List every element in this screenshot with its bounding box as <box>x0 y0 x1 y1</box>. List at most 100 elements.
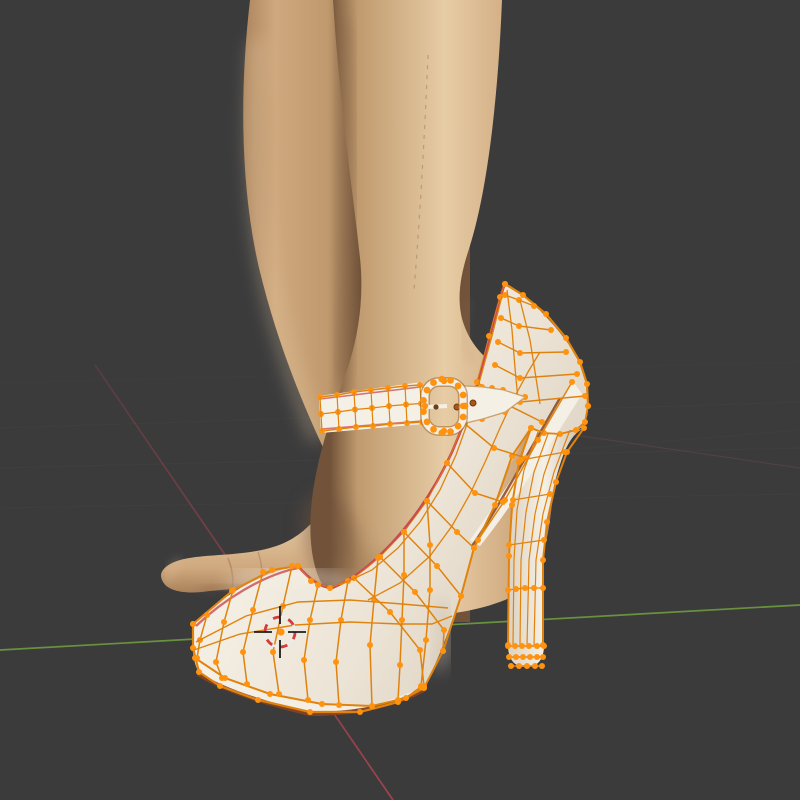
mesh-vertex[interactable] <box>516 323 522 329</box>
cursor-center-vertex[interactable] <box>277 628 284 635</box>
mesh-vertex[interactable] <box>582 393 588 399</box>
mesh-vertex[interactable] <box>569 379 575 385</box>
mesh-vertex[interactable] <box>301 657 307 663</box>
mesh-vertex[interactable] <box>505 643 511 649</box>
mesh-vertex[interactable] <box>255 697 261 703</box>
mesh-vertex[interactable] <box>534 643 540 649</box>
mesh-vertex[interactable] <box>519 643 525 649</box>
mesh-vertex[interactable] <box>526 643 532 649</box>
mesh-vertex[interactable] <box>553 479 559 485</box>
mesh-vertex[interactable] <box>522 585 528 591</box>
mesh-vertex[interactable] <box>500 499 506 505</box>
mesh-vertex[interactable] <box>512 643 518 649</box>
mesh-vertex[interactable] <box>276 691 282 697</box>
mesh-vertex[interactable] <box>427 587 433 593</box>
mesh-vertex[interactable] <box>506 654 512 660</box>
mesh-vertex[interactable] <box>541 537 547 543</box>
mesh-vertex[interactable] <box>516 663 522 669</box>
mesh-vertex[interactable] <box>307 617 313 623</box>
mesh-vertex[interactable] <box>190 621 196 627</box>
mesh-vertex[interactable] <box>472 490 478 496</box>
mesh-vertex[interactable] <box>548 327 554 333</box>
mesh-vertex[interactable] <box>440 648 446 654</box>
mesh-vertex[interactable] <box>295 563 301 569</box>
mesh-vertex[interactable] <box>528 425 534 431</box>
mesh-vertex[interactable] <box>307 709 313 715</box>
mesh-vertex[interactable] <box>506 553 512 559</box>
mesh-vertex[interactable] <box>377 554 383 560</box>
mesh-vertex[interactable] <box>387 609 393 615</box>
mesh-vertex[interactable] <box>424 418 431 425</box>
mesh-vertex[interactable] <box>582 419 588 425</box>
mesh-vertex[interactable] <box>520 292 526 298</box>
mesh-vertex[interactable] <box>369 703 375 709</box>
mesh-vertex[interactable] <box>460 392 467 399</box>
mesh-vertex[interactable] <box>460 403 466 409</box>
mesh-vertex[interactable] <box>471 545 477 551</box>
mesh-vertex[interactable] <box>492 362 498 368</box>
mesh-vertex[interactable] <box>581 425 587 431</box>
mesh-vertex[interactable] <box>447 377 454 384</box>
mesh-vertex[interactable] <box>417 647 423 653</box>
mesh-vertex[interactable] <box>520 654 526 660</box>
mesh-vertex[interactable] <box>540 654 546 660</box>
mesh-vertex[interactable] <box>250 607 256 613</box>
mesh-vertex[interactable] <box>427 542 433 548</box>
mesh-vertex[interactable] <box>333 659 339 665</box>
mesh-vertex[interactable] <box>524 663 530 669</box>
mesh-vertex[interactable] <box>505 587 511 593</box>
mesh-vertex[interactable] <box>397 662 403 668</box>
mesh-vertex[interactable] <box>423 637 429 643</box>
mesh-vertex[interactable] <box>563 335 569 341</box>
mesh-vertex[interactable] <box>267 691 273 697</box>
mesh-vertex[interactable] <box>577 359 583 365</box>
mesh-vertex[interactable] <box>508 663 514 669</box>
mesh-vertex[interactable] <box>196 669 202 675</box>
mesh-vertex[interactable] <box>420 397 427 404</box>
mesh-vertex[interactable] <box>506 542 512 548</box>
mesh-vertex[interactable] <box>544 519 550 525</box>
mesh-vertex[interactable] <box>221 619 227 625</box>
mesh-vertex[interactable] <box>412 589 418 595</box>
mesh-vertex[interactable] <box>441 378 447 384</box>
mesh-vertex[interactable] <box>509 502 515 508</box>
mesh-vertex[interactable] <box>424 387 431 394</box>
mesh-vertex[interactable] <box>269 567 275 573</box>
mesh-vertex[interactable] <box>219 675 225 681</box>
mesh-vertex[interactable] <box>204 612 210 618</box>
mesh-vertex[interactable] <box>517 375 523 381</box>
mesh-vertex[interactable] <box>539 419 545 425</box>
mesh-vertex[interactable] <box>584 381 590 387</box>
mesh-vertex[interactable] <box>540 585 546 591</box>
mesh-vertex[interactable] <box>585 403 591 409</box>
mesh-vertex[interactable] <box>441 627 447 633</box>
mesh-vertex[interactable] <box>492 502 498 508</box>
mesh-vertex[interactable] <box>421 683 427 689</box>
mesh-vertex[interactable] <box>513 654 519 660</box>
mesh-vertex[interactable] <box>240 649 246 655</box>
mesh-vertex[interactable] <box>441 428 447 434</box>
mesh-vertex[interactable] <box>454 529 460 535</box>
mesh-vertex[interactable] <box>194 655 200 661</box>
mesh-vertex[interactable] <box>447 428 454 435</box>
mesh-vertex[interactable] <box>510 497 516 503</box>
viewport-canvas[interactable] <box>0 0 800 800</box>
mesh-vertex[interactable] <box>573 427 579 433</box>
mesh-vertex[interactable] <box>270 649 276 655</box>
mesh-vertex[interactable] <box>244 681 250 687</box>
mesh-vertex[interactable] <box>541 643 547 649</box>
mesh-vertex[interactable] <box>539 663 545 669</box>
mesh-vertex[interactable] <box>213 659 219 665</box>
mesh-vertex[interactable] <box>458 593 464 599</box>
mesh-vertex[interactable] <box>319 701 325 707</box>
mesh-vertex[interactable] <box>403 695 409 701</box>
mesh-vertex[interactable] <box>547 491 553 497</box>
mesh-vertex[interactable] <box>308 578 314 584</box>
mesh-vertex[interactable] <box>434 563 440 569</box>
mesh-vertex[interactable] <box>289 563 295 569</box>
mesh-vertex[interactable] <box>422 403 428 409</box>
mesh-vertex[interactable] <box>498 315 504 321</box>
mesh-vertex[interactable] <box>574 371 580 377</box>
mesh-vertex[interactable] <box>336 702 342 708</box>
mesh-vertex[interactable] <box>367 642 373 648</box>
